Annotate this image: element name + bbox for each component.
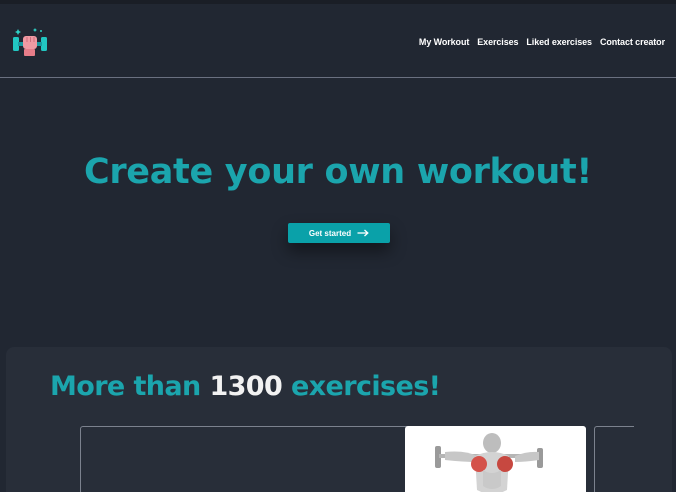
nav-liked-exercises[interactable]: Liked exercises <box>526 37 592 47</box>
heading-prefix: More than <box>50 371 201 402</box>
nav-exercises[interactable]: Exercises <box>477 37 518 47</box>
dumbbell-fist-icon[interactable] <box>12 25 48 59</box>
lateral-raise-figure-icon <box>435 433 543 492</box>
exercise-card-next[interactable] <box>594 426 634 492</box>
arrow-right-icon <box>357 229 369 237</box>
get-started-button[interactable]: Get started <box>288 223 390 243</box>
nav-my-workout[interactable]: My Workout <box>419 37 469 47</box>
nav-contact-creator[interactable]: Contact creator <box>600 37 665 47</box>
hero-title: Create your own workout! <box>83 152 593 192</box>
get-started-label: Get started <box>308 228 352 238</box>
nav-links: My Workout Exercises Liked exercises Con… <box>419 37 665 47</box>
exercises-heading: More than 1300 exercises! <box>50 371 441 402</box>
exercise-count: 1300 <box>209 371 283 402</box>
exercise-image <box>405 426 586 492</box>
heading-suffix: exercises! <box>291 371 441 402</box>
navbar: My Workout Exercises Liked exercises Con… <box>0 4 676 78</box>
